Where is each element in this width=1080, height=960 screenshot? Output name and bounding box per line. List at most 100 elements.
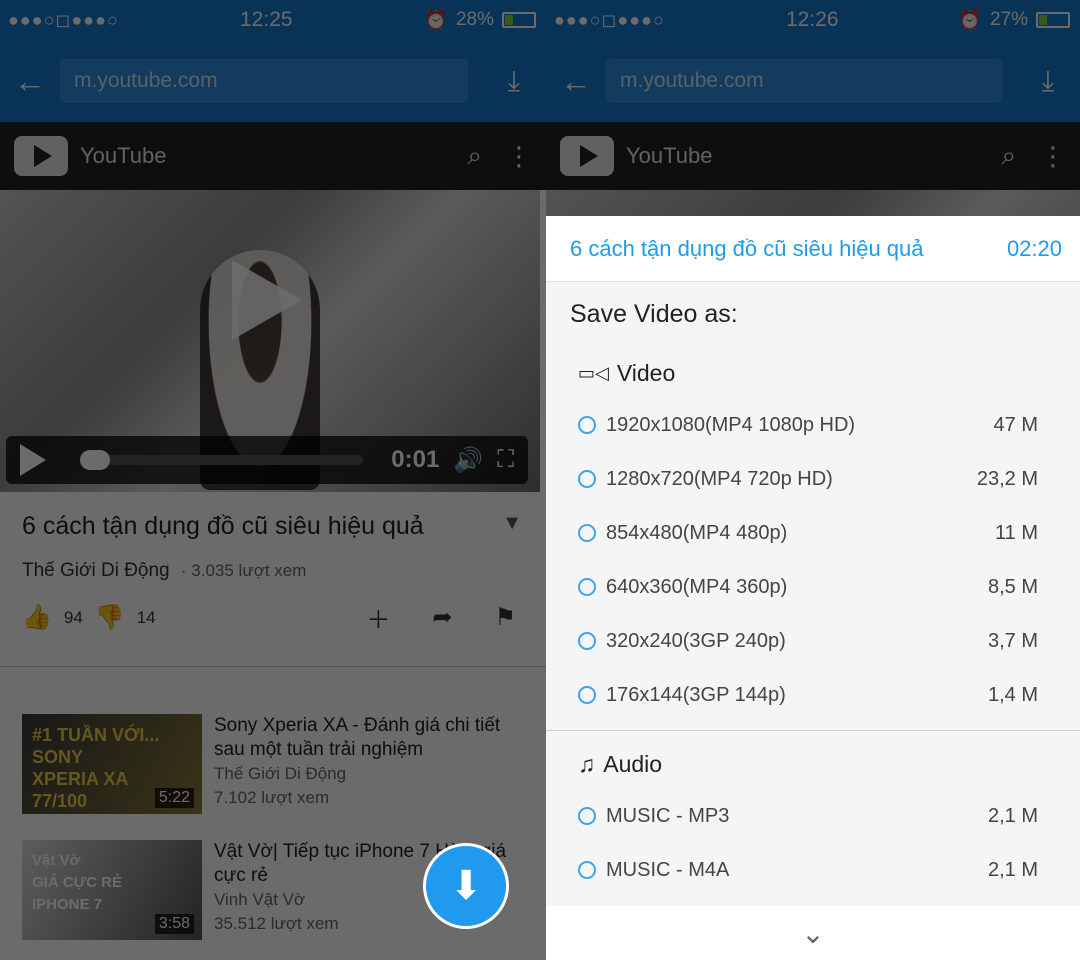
radio-button[interactable] (578, 578, 596, 596)
option-label: 854x480(MP4 480p) (606, 521, 788, 544)
radio-button[interactable] (578, 632, 596, 650)
left-screen: ●●●○◻●●●○ 12:25 ⏰ 28% ← m.youtube.com ⤓ … (0, 0, 546, 960)
battery-icon (502, 12, 536, 28)
back-arrow-icon[interactable]: ← (0, 63, 60, 100)
dislike-count: 14 (136, 607, 156, 627)
audio-option-m4a[interactable]: MUSIC - M4A 2,1 M (546, 843, 1080, 897)
signal-indicators: ●●●○◻●●●○ (8, 9, 119, 30)
youtube-logo-icon (560, 136, 614, 176)
audio-section-heading: ♫ Audio (546, 739, 1080, 789)
chevron-down-icon[interactable]: ⌄ (801, 917, 824, 950)
save-as-heading: Save Video as: (570, 300, 738, 328)
search-icon[interactable]: ⌕ (467, 140, 482, 172)
radio-button[interactable] (578, 416, 596, 434)
battery-icon (1036, 12, 1070, 28)
youtube-brand: YouTube (80, 143, 167, 168)
radio-button[interactable] (578, 524, 596, 542)
expand-icon[interactable]: ▼ (502, 512, 522, 541)
video-player[interactable]: 0:01 🔊 ⛶ (0, 190, 540, 492)
option-size: 23,2 M (976, 467, 1038, 490)
flag-icon[interactable]: ⚑ (494, 603, 516, 632)
audio-option-mp3[interactable]: MUSIC - MP3 2,1 M (546, 789, 1080, 843)
thumbnail-text: Vật Vờ GIÁ CỰC RẺ IPHONE 7 (32, 852, 122, 913)
radio-button[interactable] (578, 861, 596, 879)
radio-button[interactable] (578, 807, 596, 825)
play-overlay-icon[interactable] (232, 260, 302, 340)
status-time: 12:26 (786, 8, 839, 31)
dialog-header: 6 cách tận dụng đồ cũ siêu hiệu quả 02:2… (546, 216, 1080, 282)
video-option-1080p[interactable]: 1920x1080(MP4 1080p HD) 47 M (546, 398, 1080, 452)
video-title: 6 cách tận dụng đồ cũ siêu hiệu quả (22, 512, 424, 540)
option-size: 1,4 M (987, 683, 1038, 706)
duration-badge: 3:58 (154, 914, 194, 934)
video-thumbnail[interactable]: #1 TUẦN VỚI... SONY XPERIA XA 77/100 5:2… (22, 714, 202, 814)
add-icon[interactable]: ＋ (366, 600, 390, 635)
status-time: 12:25 (240, 8, 293, 31)
save-video-dialog: 6 cách tận dụng đồ cũ siêu hiệu quả 02:2… (546, 216, 1080, 960)
video-actions: 👍 94 👎 14 ＋ ➦ ⚑ (22, 600, 516, 635)
fullscreen-icon[interactable]: ⛶ (497, 446, 514, 474)
video-option-480p[interactable]: 854x480(MP4 480p) 11 M (546, 506, 1080, 560)
dialog-video-duration: 02:20 (1006, 235, 1062, 261)
background-page: ●●●○◻●●●○ 12:26 ⏰ 27% ← m.youtube.com ⤓ … (546, 0, 1080, 216)
player-controls: 0:01 🔊 ⛶ (6, 436, 528, 484)
dialog-footer: ⌄ (546, 906, 1080, 960)
back-arrow-icon: ← (560, 62, 592, 99)
option-label: 1920x1080(MP4 1080p HD) (606, 413, 856, 436)
playback-time: 0:01 (391, 446, 440, 473)
search-icon: ⌕ (1001, 140, 1016, 170)
browser-toolbar: ← m.youtube.com ⤓ (0, 40, 546, 122)
related-views: 7.102 lượt xem (214, 788, 330, 807)
video-section-heading: ▭◁ Video (546, 348, 1080, 398)
volume-icon[interactable]: 🔊 (453, 446, 483, 475)
youtube-header: YouTube ⌕ ⋮ (546, 122, 1080, 190)
video-option-720p[interactable]: 1280x720(MP4 720p HD) 23,2 M (546, 452, 1080, 506)
alarm-icon: ⏰ (424, 10, 448, 31)
status-bar: ●●●○◻●●●○ 12:26 ⏰ 27% (546, 0, 1080, 40)
like-count: 94 (63, 607, 83, 627)
duration-badge: 5:22 (154, 788, 194, 808)
audio-heading-label: Audio (603, 750, 663, 777)
thumbs-up-icon[interactable]: 👍 (22, 603, 52, 632)
video-thumbnail[interactable]: Vật Vờ GIÁ CỰC RẺ IPHONE 7 3:58 (22, 840, 202, 940)
share-icon[interactable]: ➦ (432, 603, 452, 632)
radio-button[interactable] (578, 686, 596, 704)
signal-indicators: ●●●○◻●●●○ (554, 9, 665, 30)
download-icon: ⤓ (1041, 64, 1055, 96)
divider (0, 666, 546, 667)
option-label: 320x240(3GP 240p) (606, 629, 786, 652)
more-vert-icon: ⋮ (1040, 140, 1066, 171)
download-fab-button[interactable]: ⬇ (423, 843, 509, 929)
view-count: · 3.035 lượt xem (180, 561, 307, 580)
option-size: 2,1 M (987, 804, 1038, 827)
section-divider (546, 730, 1080, 731)
youtube-brand: YouTube (626, 143, 713, 168)
url-field[interactable]: m.youtube.com (60, 59, 468, 103)
related-video[interactable]: #1 TUẦN VỚI... SONY XPERIA XA 77/100 5:2… (22, 714, 526, 816)
seek-knob[interactable] (80, 450, 110, 470)
thumbs-down-icon[interactable]: 👎 (95, 603, 125, 632)
youtube-logo-icon[interactable] (14, 136, 68, 176)
option-size: 3,7 M (987, 629, 1038, 652)
option-label: 176x144(3GP 144p) (606, 683, 786, 706)
related-title[interactable]: Sony Xperia XA - Đánh giá chi tiết sau m… (214, 714, 526, 762)
option-label: 640x360(MP4 360p) (606, 575, 788, 598)
channel-name[interactable]: Thế Giới Di Động (22, 560, 170, 581)
dialog-video-title: 6 cách tận dụng đồ cũ siêu hiệu quả (570, 235, 924, 261)
more-vert-icon[interactable]: ⋮ (506, 141, 532, 172)
related-channel: Thế Giới Di Động (214, 764, 347, 783)
video-option-240p[interactable]: 320x240(3GP 240p) 3,7 M (546, 614, 1080, 668)
status-bar: ●●●○◻●●●○ 12:25 ⏰ 28% (0, 0, 546, 40)
url-field: m.youtube.com (606, 59, 1002, 103)
browser-toolbar: ← m.youtube.com ⤓ (546, 40, 1080, 122)
option-size: 8,5 M (987, 575, 1038, 598)
music-note-icon: ♫ (578, 750, 596, 777)
video-option-360p[interactable]: 640x360(MP4 360p) 8,5 M (546, 560, 1080, 614)
youtube-header: YouTube ⌕ ⋮ (0, 122, 546, 190)
play-icon[interactable] (20, 444, 46, 476)
arrow-down-icon: ⬇ (449, 864, 483, 908)
download-icon[interactable]: ⤓ (482, 65, 546, 98)
seek-bar[interactable] (80, 450, 364, 470)
video-option-144p[interactable]: 176x144(3GP 144p) 1,4 M (546, 668, 1080, 722)
radio-button[interactable] (578, 470, 596, 488)
